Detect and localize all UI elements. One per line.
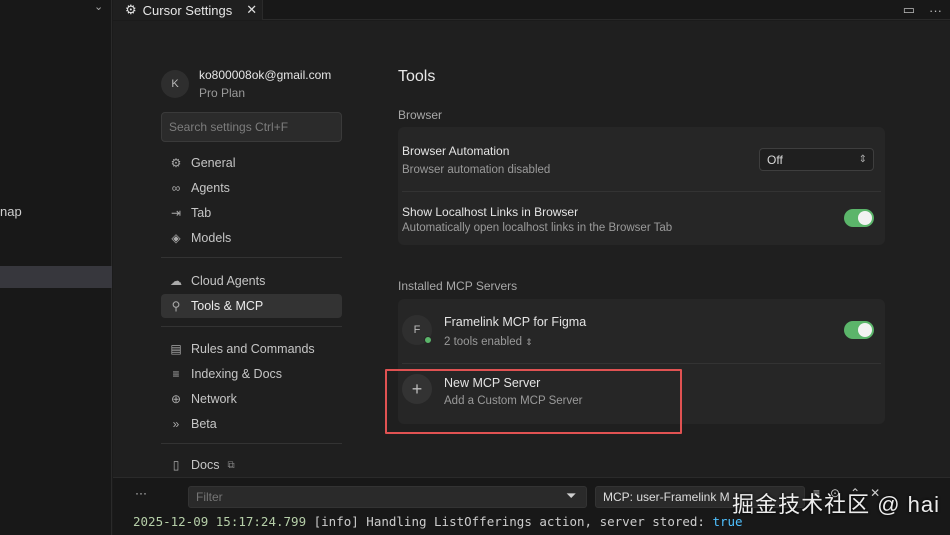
- select-value: Off: [767, 152, 783, 167]
- settings-sliders-icon: ⚙: [125, 2, 137, 17]
- search-input[interactable]: [161, 112, 342, 142]
- tab-title: Cursor Settings: [142, 2, 233, 18]
- sidebar-item-general[interactable]: ⚙ General: [161, 151, 342, 175]
- section-label-browser: Browser: [398, 108, 443, 122]
- nav-divider: [161, 443, 342, 444]
- user-plan: Pro Plan: [199, 86, 246, 100]
- toggle-knob: [858, 323, 872, 337]
- sidebar-item-models[interactable]: ◈ Models: [161, 226, 342, 250]
- toggle-knob: [858, 211, 872, 225]
- mcp-server-tools[interactable]: 2 tools enabled ⇕: [444, 336, 533, 348]
- filter-input[interactable]: [188, 486, 587, 508]
- tab-arrow-icon: ⇥: [170, 206, 182, 220]
- sidebar-item-label: Tab: [191, 206, 212, 220]
- mcp-server-avatar: F: [402, 315, 432, 345]
- globe-icon: ⊕: [170, 392, 182, 406]
- status-dot: [424, 336, 432, 344]
- sidebar-item-indexing-docs[interactable]: ≡ Indexing & Docs: [161, 362, 342, 386]
- sidebar-item-label: General: [191, 156, 236, 170]
- sidebar-item-label: Tools & MCP: [191, 299, 264, 313]
- mcp-server-row: F Framelink MCP for Figma 2 tools enable…: [398, 299, 885, 363]
- sidebar-item-network[interactable]: ⊕ Network: [161, 387, 342, 411]
- sidebar-item-beta[interactable]: » Beta: [161, 412, 342, 436]
- log-message: [info] Handling ListOfferings action, se…: [306, 514, 713, 529]
- setting-title: Browser Automation: [402, 144, 510, 158]
- nav-divider: [161, 326, 342, 327]
- setting-row-localhost-links: Show Localhost Links in Browser Automati…: [398, 191, 885, 245]
- cloud-icon: ☁: [170, 274, 182, 288]
- setting-row-browser-automation: Browser Automation Browser automation di…: [398, 127, 885, 187]
- page-title: Tools: [398, 68, 436, 85]
- tab-cursor-settings[interactable]: ⚙ Cursor Settings ✕: [113, 0, 263, 20]
- more-actions-icon[interactable]: ···: [929, 3, 942, 18]
- close-icon[interactable]: ✕: [246, 2, 257, 18]
- sidebar-item-tools-mcp[interactable]: ⚲ Tools & MCP: [161, 294, 342, 318]
- sidebar-item-label: Cloud Agents: [191, 274, 266, 288]
- external-link-icon: ⧉: [227, 459, 235, 471]
- log-timestamp: 2025-12-09 15:17:24.799: [133, 514, 307, 529]
- filter-icon[interactable]: ⏷: [566, 488, 576, 504]
- double-chevron-icon: »: [172, 417, 180, 431]
- user-email: ko800008ok@gmail.com: [199, 68, 332, 82]
- sidebar-item-label: Agents: [191, 181, 230, 195]
- setting-description: Automatically open localhost links in th…: [402, 222, 673, 234]
- sidebar-item-rules-commands[interactable]: ▤ Rules and Commands: [161, 337, 342, 361]
- localhost-links-toggle[interactable]: [844, 209, 874, 227]
- sidebar-item-label: Models: [191, 231, 232, 245]
- annotation-highlight-box: [385, 369, 682, 434]
- browser-automation-select[interactable]: Off ⇕: [759, 148, 874, 171]
- sidebar-item-label: Docs: [191, 458, 220, 472]
- tab-bar: ⚙ Cursor Settings ✕ ▭ ···: [113, 0, 950, 20]
- tools-count: 2 tools enabled: [444, 336, 523, 348]
- setting-title: Show Localhost Links in Browser: [402, 205, 579, 219]
- avatar: K: [161, 70, 189, 98]
- explorer-strip: ⌄ nap: [0, 0, 112, 535]
- browser-settings-card: Browser Automation Browser automation di…: [398, 127, 885, 245]
- sidebar-item-label: Beta: [191, 417, 217, 431]
- explorer-item-fragment[interactable]: nap: [0, 204, 22, 219]
- infinity-icon: ∞: [171, 181, 181, 195]
- cube-icon: ◈: [171, 231, 181, 245]
- chevron-updown-icon: ⇕: [858, 154, 867, 165]
- sidebar-item-label: Rules and Commands: [191, 342, 315, 356]
- explorer-selected-row[interactable]: [0, 266, 112, 288]
- user-profile: K ko800008ok@gmail.com Pro Plan: [161, 68, 331, 100]
- sidebar-item-label: Indexing & Docs: [191, 367, 283, 381]
- split-editor-icon[interactable]: ▭: [903, 2, 915, 18]
- chevron-updown-icon: ⇕: [525, 337, 533, 347]
- section-label-mcp: Installed MCP Servers: [398, 279, 518, 293]
- sidebar-item-tab[interactable]: ⇥ Tab: [161, 201, 342, 225]
- tab-actions: ▭ ···: [903, 0, 942, 20]
- mcp-server-name: Framelink MCP for Figma: [444, 315, 587, 329]
- more-actions-icon[interactable]: ···: [135, 486, 147, 500]
- sidebar-item-cloud-agents[interactable]: ☁ Cloud Agents: [161, 269, 342, 293]
- book-icon: ▯: [172, 458, 180, 472]
- log-line: 2025-12-09 15:17:24.799 [info] Handling …: [133, 514, 743, 529]
- watermark: 掘金技术社区 @ hai: [732, 492, 940, 517]
- setting-description: Browser automation disabled: [402, 164, 551, 176]
- mcp-server-toggle[interactable]: [844, 321, 874, 339]
- tools-icon: ⚲: [171, 299, 181, 313]
- document-icon: ▤: [170, 342, 182, 356]
- gear-icon: ⚙: [170, 156, 182, 170]
- sidebar-item-label: Network: [191, 392, 237, 406]
- sidebar-item-agents[interactable]: ∞ Agents: [161, 176, 342, 200]
- sidebar-item-docs[interactable]: ▯ Docs ⧉: [161, 453, 342, 477]
- chevron-down-icon[interactable]: ⌄: [94, 0, 103, 13]
- database-icon: ≡: [172, 367, 180, 381]
- nav-divider: [161, 257, 342, 258]
- avatar-initial: F: [413, 324, 421, 336]
